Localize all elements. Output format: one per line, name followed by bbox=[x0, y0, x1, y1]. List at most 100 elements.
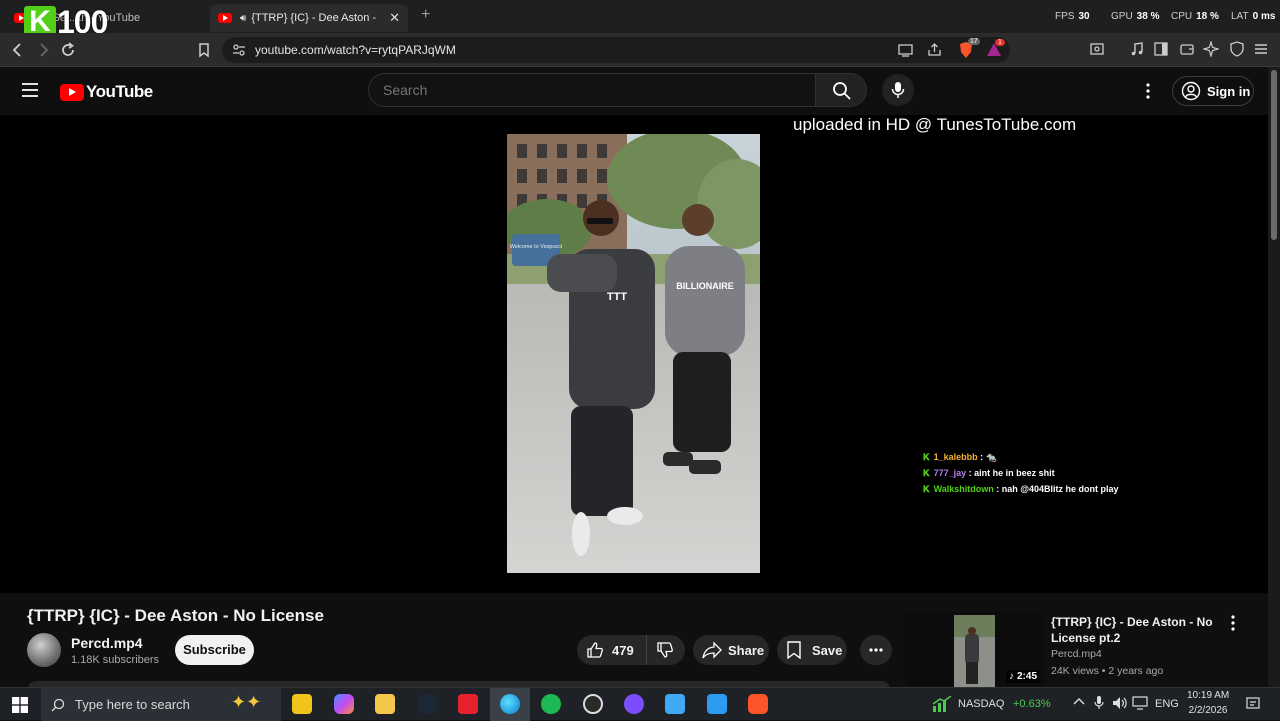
perf-gpu: GPU 38 % bbox=[1111, 11, 1160, 22]
youtube-logo[interactable]: YouTube bbox=[60, 82, 153, 102]
browser-toolbar: youtube.com/watch?v=rytqPARJqWM 17 1 bbox=[0, 33, 1280, 67]
leo-ai-icon[interactable] bbox=[1201, 39, 1221, 59]
forward-icon[interactable] bbox=[34, 41, 52, 59]
voice-search-button[interactable] bbox=[882, 74, 914, 106]
tray-chevron-icon[interactable] bbox=[1073, 696, 1085, 711]
steam-icon[interactable] bbox=[417, 694, 437, 714]
more-options-icon[interactable] bbox=[1145, 83, 1151, 104]
video-player[interactable]: Welcome to Vespucci BILLIONAIRE TTT uplo… bbox=[0, 115, 1268, 593]
chat-user: Walkshitdown bbox=[933, 484, 994, 494]
app-window-icon[interactable] bbox=[665, 694, 685, 714]
scrollbar-thumb[interactable] bbox=[1271, 70, 1277, 240]
windows-start-icon[interactable] bbox=[12, 697, 28, 718]
music-icon[interactable] bbox=[1128, 41, 1146, 59]
more-horizontal-icon bbox=[869, 648, 883, 652]
share-button[interactable]: Share bbox=[693, 635, 769, 665]
wallet-icon[interactable] bbox=[1178, 41, 1196, 59]
subscriber-count: 1.18K subscribers bbox=[71, 654, 160, 666]
account-icon bbox=[1181, 81, 1201, 101]
like-button[interactable]: 479 bbox=[577, 635, 647, 665]
browser-tab-strip: (1) Se... th - YouTube 🔊︎ {TTRP} {IC} - … bbox=[0, 0, 1280, 40]
save-label: Save bbox=[812, 642, 843, 658]
search-icon bbox=[51, 698, 65, 711]
search-icon bbox=[833, 82, 851, 100]
wps-office-icon[interactable] bbox=[458, 694, 478, 714]
stock-name[interactable]: NASDAQ bbox=[958, 698, 1004, 710]
dislike-button[interactable] bbox=[647, 635, 674, 665]
sidebar-icon[interactable] bbox=[1152, 41, 1170, 59]
tab-youtube-active[interactable]: 🔊︎ {TTRP} {IC} - Dee Aston - No L ✕ bbox=[210, 4, 408, 32]
cast-icon[interactable] bbox=[898, 43, 913, 62]
thumbs-up-icon bbox=[587, 642, 603, 658]
kick-badge-icon: 𝐊 bbox=[923, 484, 930, 494]
recommended-title[interactable]: {TTRP} {IC} - Dee Aston - No License pt.… bbox=[1051, 614, 1216, 646]
chat-user: 1_kalebbb bbox=[933, 452, 978, 462]
search-button[interactable] bbox=[815, 73, 867, 107]
microphone-tray-icon[interactable] bbox=[1094, 696, 1104, 713]
vpn-icon[interactable] bbox=[1228, 41, 1246, 59]
perf-cpu: CPU 18 % bbox=[1171, 11, 1219, 22]
video-duration: ♪ 2:45 bbox=[1005, 670, 1040, 683]
video-scene-image: Welcome to Vespucci BILLIONAIRE TTT bbox=[507, 134, 760, 573]
video-title: {TTRP} {IC} - Dee Aston - No License bbox=[27, 606, 324, 625]
save-playlist-icon bbox=[787, 641, 801, 659]
video-frame[interactable]: Welcome to Vespucci BILLIONAIRE TTT bbox=[507, 134, 760, 573]
edge-icon[interactable] bbox=[500, 694, 520, 714]
obs-icon[interactable] bbox=[583, 694, 603, 714]
thumbs-down-icon bbox=[657, 642, 673, 658]
subscribe-button[interactable]: Subscribe bbox=[175, 635, 254, 665]
back-icon[interactable] bbox=[9, 41, 27, 59]
sign-in-button[interactable]: Sign in bbox=[1172, 76, 1254, 106]
close-tab-icon[interactable]: ✕ bbox=[389, 10, 400, 26]
address-bar[interactable]: youtube.com/watch?v=rytqPARJqWM 17 1 bbox=[222, 37, 1010, 63]
clock-time[interactable]: 10:19 AM bbox=[1187, 690, 1229, 701]
recommended-thumbnail[interactable]: ♪ 2:45 bbox=[905, 612, 1044, 687]
channel-avatar[interactable] bbox=[27, 633, 61, 667]
page-scrollbar[interactable] bbox=[1268, 67, 1280, 687]
screenshot-icon[interactable] bbox=[1088, 41, 1106, 59]
bookmark-icon[interactable] bbox=[195, 41, 213, 59]
volume-icon[interactable] bbox=[1112, 696, 1128, 713]
video-info-section: {TTRP} {IC} - Dee Aston - No License Per… bbox=[0, 593, 1268, 689]
search-input[interactable] bbox=[368, 73, 816, 107]
menu-icon[interactable] bbox=[1252, 41, 1270, 59]
recommended-more-icon[interactable] bbox=[1230, 615, 1236, 636]
stock-chart-icon bbox=[932, 695, 952, 717]
perf-fps: FPS 30 bbox=[1055, 11, 1090, 22]
guide-menu-icon[interactable] bbox=[21, 82, 39, 103]
fl-studio-icon[interactable] bbox=[707, 694, 727, 714]
share-label: Share bbox=[728, 642, 765, 658]
taskbar-search-box[interactable]: Type here to search ✦✦ bbox=[41, 688, 281, 721]
notifications-icon[interactable] bbox=[1246, 697, 1260, 714]
display-icon[interactable] bbox=[1132, 696, 1148, 713]
clock-date[interactable]: 2/2/2026 bbox=[1187, 705, 1229, 716]
chat-text: 🐀 bbox=[985, 452, 997, 462]
tab-title: {TTRP} {IC} - Dee Aston - No L bbox=[251, 12, 379, 24]
search-highlight-icon: ✦✦ bbox=[231, 692, 262, 712]
channel-name[interactable]: Percd.mp4 bbox=[71, 635, 143, 651]
microsoft-store-icon[interactable] bbox=[292, 694, 312, 714]
video-overlay-text: uploaded in HD @ TunesToTube.com bbox=[793, 115, 1077, 134]
chat-user: 777_jay bbox=[933, 468, 967, 478]
language-indicator[interactable]: ENG bbox=[1155, 698, 1179, 710]
reload-icon[interactable] bbox=[59, 41, 77, 59]
more-actions-button[interactable] bbox=[860, 635, 892, 665]
taskbar-search-placeholder: Type here to search bbox=[75, 697, 190, 712]
site-info-icon[interactable] bbox=[232, 43, 246, 62]
copilot-icon[interactable] bbox=[334, 694, 354, 714]
file-explorer-icon[interactable] bbox=[375, 694, 395, 714]
share-page-icon[interactable] bbox=[927, 42, 942, 62]
video-sign-text: Welcome to Vespucci bbox=[510, 244, 562, 250]
chat-text: nah @404Blitz he dont play bbox=[1001, 484, 1119, 494]
brave-taskbar-icon[interactable] bbox=[748, 694, 768, 714]
kick-badge-icon: 𝐊 bbox=[923, 468, 930, 478]
discord-icon[interactable] bbox=[624, 694, 644, 714]
spotify-icon[interactable] bbox=[541, 694, 561, 714]
svg-text:TTT: TTT bbox=[607, 291, 627, 303]
new-tab-button[interactable]: + bbox=[421, 6, 430, 24]
recommended-channel[interactable]: Percd.mp4 bbox=[1051, 648, 1102, 660]
perf-lat: LAT 0 ms bbox=[1231, 11, 1276, 22]
like-dislike-group: 479 bbox=[577, 635, 685, 665]
save-button[interactable]: Save bbox=[777, 635, 847, 665]
url-text: youtube.com/watch?v=rytqPARJqWM bbox=[255, 43, 456, 57]
